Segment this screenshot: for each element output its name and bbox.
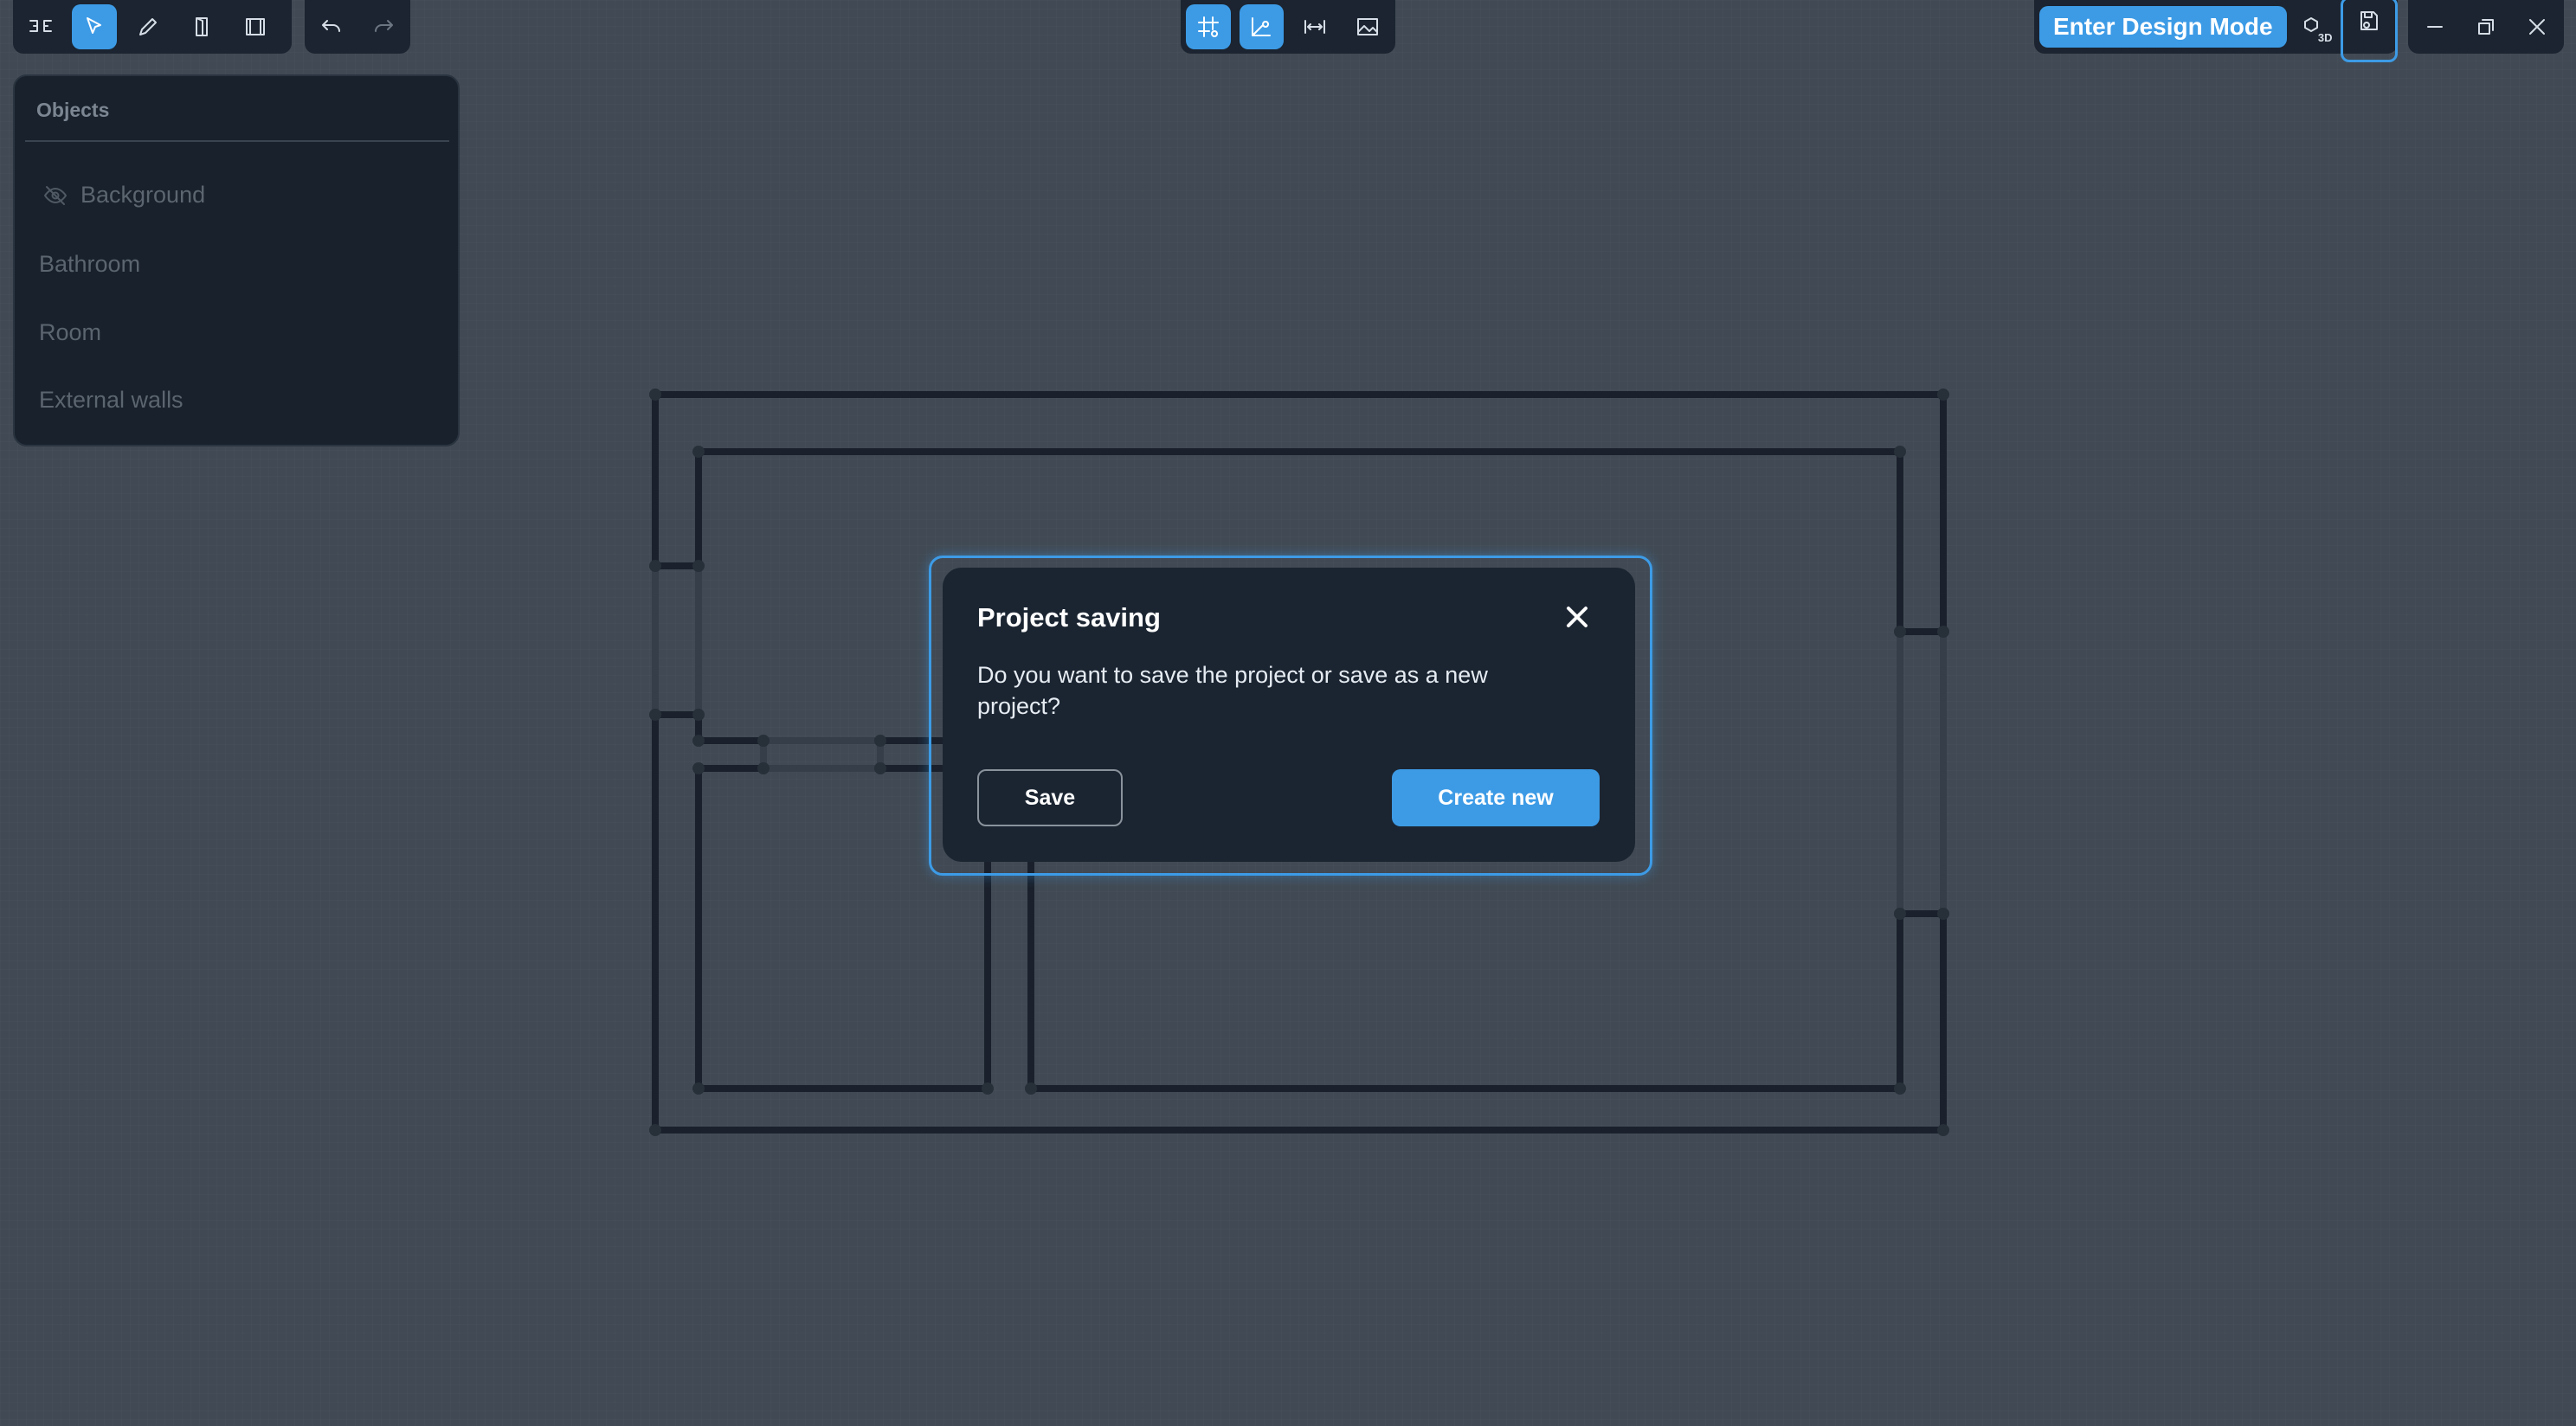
restore-button[interactable] [2464, 4, 2508, 49]
select-tool-button[interactable] [72, 4, 117, 49]
measure-button[interactable] [1292, 4, 1337, 49]
image-icon [1357, 18, 1379, 35]
divider [25, 140, 449, 142]
measure-icon [1304, 20, 1325, 34]
restore-icon [2478, 19, 2494, 35]
redo-icon [375, 20, 393, 32]
save-icon [2360, 11, 2379, 30]
object-item-room[interactable]: Room [39, 319, 101, 346]
window-tool-button[interactable] [233, 4, 278, 49]
close-icon [1567, 607, 1587, 627]
snap-toolbar [1181, 0, 1395, 54]
select-icon [87, 17, 101, 34]
view-3d-label: 3D [2317, 31, 2333, 44]
object-item-label: Background [80, 182, 206, 208]
angle-snap-icon [1252, 17, 1272, 36]
door-tool-button[interactable] [179, 4, 224, 49]
angle-snap-button[interactable] [1239, 4, 1284, 49]
object-item-background[interactable]: Background [42, 182, 205, 209]
pencil-tool-button[interactable] [126, 4, 171, 49]
save-project-button[interactable] [2341, 0, 2399, 62]
window-controls [2408, 0, 2564, 54]
history-toolbar [305, 0, 410, 54]
objects-panel-title: Objects [36, 99, 110, 121]
minimize-icon [2427, 26, 2444, 28]
window-icon [246, 18, 265, 35]
grid-snap-icon [1197, 16, 1219, 37]
undo-button[interactable] [310, 4, 353, 49]
enter-design-mode-button[interactable]: Enter Design Mode [2039, 6, 2287, 48]
dialog-message: Do you want to save the project or save … [977, 662, 1488, 719]
object-item-bathroom[interactable]: Bathroom [39, 251, 140, 278]
project-saving-dialog: Project saving Do you want to save the p… [943, 568, 1635, 862]
logo-icon[interactable] [18, 4, 63, 49]
undo-icon [322, 20, 340, 32]
close-icon [2528, 19, 2545, 35]
eye-off-icon[interactable] [42, 183, 68, 209]
create-new-button[interactable]: Create new [1392, 769, 1600, 826]
dialog-close-button[interactable] [1562, 602, 1592, 632]
objects-panel: Objects Background Bathroom Room Externa… [13, 74, 460, 446]
minimize-button[interactable] [2413, 4, 2457, 49]
save-button-slot [2341, 0, 2399, 62]
object-item-label: External walls [39, 387, 184, 413]
dialog-title: Project saving [977, 602, 1161, 633]
view-3d-button[interactable]: 3D [2294, 4, 2334, 49]
grid-snap-button[interactable] [1186, 4, 1231, 49]
save-button[interactable]: Save [977, 769, 1123, 826]
background-image-button[interactable] [1346, 4, 1391, 49]
mode-toolbar: Enter Design Mode 3D [2034, 0, 2399, 62]
door-icon [196, 17, 208, 36]
object-item-external-walls[interactable]: External walls [39, 387, 184, 414]
main-toolbar [13, 0, 292, 54]
close-window-button[interactable] [2515, 4, 2559, 49]
redo-button[interactable] [362, 4, 405, 49]
pencil-icon [139, 18, 157, 35]
object-item-label: Room [39, 319, 102, 345]
object-item-label: Bathroom [39, 251, 141, 277]
